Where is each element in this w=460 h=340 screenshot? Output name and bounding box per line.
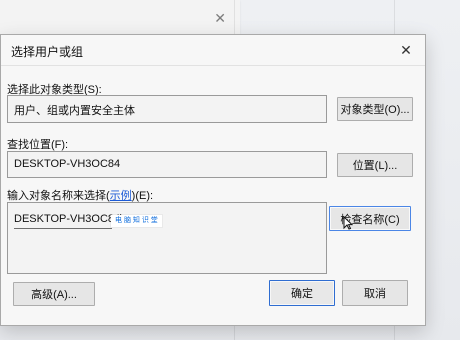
mouse-cursor-icon (343, 216, 353, 230)
dialog-title: 选择用户或组 (11, 45, 84, 59)
object-types-button[interactable]: 对象类型(O)... (337, 97, 413, 121)
background-parent-titlebar: ✕ (0, 0, 240, 36)
from-location-label: 查找位置(F): (7, 139, 69, 151)
enter-object-names-textarea[interactable]: DESKTOP-VH3OC84\ (7, 202, 327, 274)
ok-button[interactable]: 确定 (269, 280, 335, 306)
examples-link[interactable]: 示例 (110, 190, 132, 202)
watermark-label: 电 脑 知 识 堂 (111, 215, 162, 227)
dialog-titlebar: 选择用户或组 ✕ (1, 35, 425, 66)
close-icon[interactable]: ✕ (397, 41, 415, 59)
select-users-or-groups-dialog: 选择用户或组 ✕ 选择此对象类型(S): 用户、组或内置安全主体 对象类型(O)… (0, 34, 426, 326)
enter-object-names-label: 输入对象名称来选择(示例)(E): (7, 187, 153, 203)
cancel-button[interactable]: 取消 (342, 280, 408, 306)
check-names-button[interactable]: 检查名称(C) (329, 206, 411, 231)
from-location-field: DESKTOP-VH3OC84 (7, 151, 327, 178)
enter-object-names-prefix: 输入对象名称来选择( (7, 190, 110, 202)
locations-button[interactable]: 位置(L)... (337, 153, 413, 177)
background-close-icon: ✕ (214, 10, 226, 26)
entered-object-underline (14, 228, 112, 229)
entered-object-text: DESKTOP-VH3OC84\ (14, 213, 124, 225)
object-type-field: 用户、组或内置安全主体 (7, 95, 327, 123)
advanced-button[interactable]: 高级(A)... (13, 282, 95, 306)
enter-object-names-suffix: )(E): (131, 190, 154, 202)
